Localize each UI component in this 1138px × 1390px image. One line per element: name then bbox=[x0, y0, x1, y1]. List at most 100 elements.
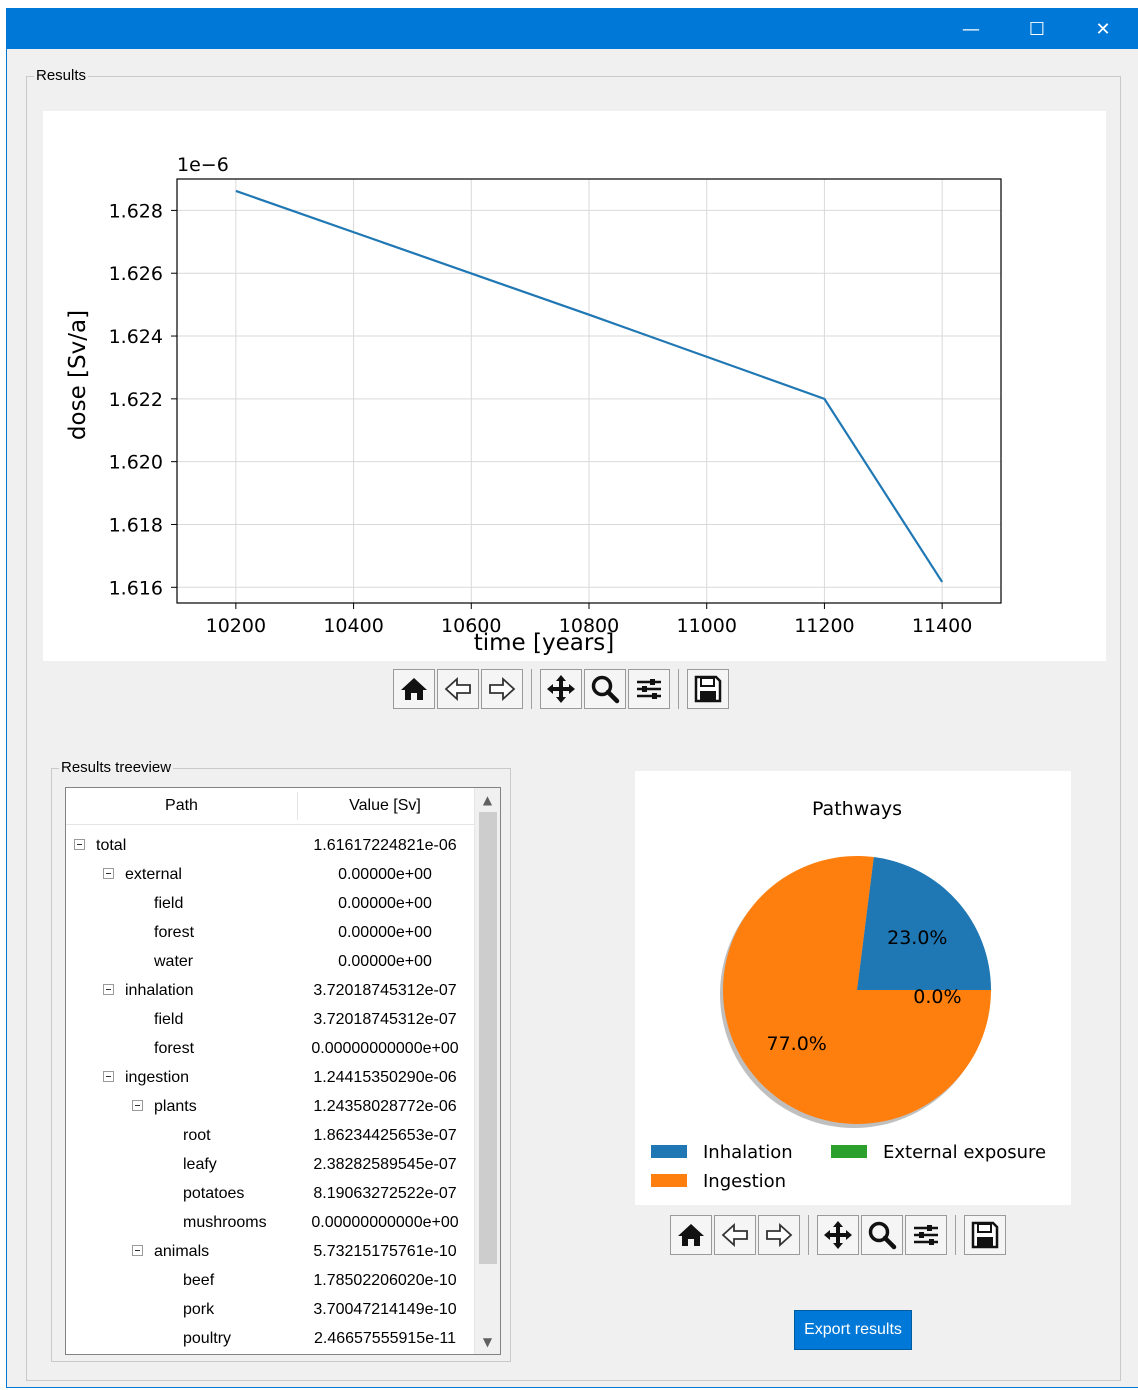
export-results-button[interactable]: Export results bbox=[794, 1310, 912, 1350]
tree-row-value: 3.72018745312e-07 bbox=[313, 982, 457, 999]
collapse-toggle-icon[interactable] bbox=[103, 1071, 114, 1082]
configure-subplots-button[interactable] bbox=[905, 1215, 947, 1255]
tree-row-value: 5.73215175761e-10 bbox=[313, 1243, 457, 1260]
toolbar-separator bbox=[955, 1215, 956, 1255]
tree-row[interactable]: external 0.00000e+00 bbox=[66, 860, 486, 889]
save-button[interactable] bbox=[687, 669, 729, 709]
tree-row-path: animals bbox=[154, 1243, 210, 1260]
save-icon bbox=[693, 674, 723, 704]
home-icon bbox=[399, 676, 429, 702]
pan-icon bbox=[823, 1220, 853, 1250]
forward-arrow-button[interactable] bbox=[481, 669, 523, 709]
configure-subplots-button[interactable] bbox=[628, 669, 670, 709]
maximize-button[interactable]: ☐ bbox=[1007, 9, 1067, 49]
column-header-path[interactable]: Path bbox=[66, 788, 297, 824]
tree-row-path: field bbox=[154, 895, 184, 912]
tree-row[interactable]: water 0.00000e+00 bbox=[66, 947, 486, 976]
tree-row[interactable]: field 0.00000e+00 bbox=[66, 889, 486, 918]
tree-row[interactable]: plants 1.24358028772e-06 bbox=[66, 1092, 486, 1121]
treeview-group-label: Results treeview bbox=[59, 759, 174, 776]
tree-row[interactable]: beef 1.78502206020e-10 bbox=[66, 1266, 486, 1295]
toolbar-separator bbox=[678, 669, 679, 709]
tree-row-value: 3.72018745312e-07 bbox=[313, 1011, 457, 1028]
close-button[interactable]: ✕ bbox=[1073, 9, 1133, 49]
tree-row-value: 8.19063272522e-07 bbox=[313, 1185, 457, 1202]
y-tick-label: 1.626 bbox=[109, 263, 163, 285]
pie-chart-canvas[interactable]: Pathways 23.0% 77.0% 0.0% Inhalation Ingestio… bbox=[635, 771, 1071, 1205]
tree-row-value: 0.00000000000e+00 bbox=[311, 1040, 459, 1057]
tree-row-value: 1.24415350290e-06 bbox=[313, 1069, 457, 1086]
x-tick-label: 11400 bbox=[912, 615, 972, 637]
forward-arrow-icon bbox=[764, 1222, 794, 1248]
pie-pct-label: 77.0% bbox=[767, 1033, 827, 1055]
pie-title: Pathways bbox=[812, 798, 902, 820]
tree-row[interactable]: animals 5.73215175761e-10 bbox=[66, 1237, 486, 1266]
tree-row-path: forest bbox=[154, 924, 195, 941]
tree-row-path: forest bbox=[154, 1040, 195, 1057]
tree-row-path: poultry bbox=[183, 1330, 232, 1347]
y-tick-label: 1.620 bbox=[109, 452, 163, 474]
back-arrow-icon bbox=[720, 1222, 750, 1248]
tree-row[interactable]: leafy 2.38282589545e-07 bbox=[66, 1150, 486, 1179]
tree-row[interactable]: field 3.72018745312e-07 bbox=[66, 1005, 486, 1034]
zoom-button[interactable] bbox=[861, 1215, 903, 1255]
tree-row[interactable]: total 1.61617224821e-06 bbox=[66, 831, 486, 860]
tree-row[interactable]: root 1.86234425653e-07 bbox=[66, 1121, 486, 1150]
y-tick-label: 1.618 bbox=[109, 514, 163, 536]
home-button[interactable] bbox=[393, 669, 435, 709]
results-group-label: Results bbox=[34, 67, 89, 84]
tree-row-path: root bbox=[183, 1127, 211, 1144]
x-tick-label: 11000 bbox=[676, 615, 736, 637]
pan-button[interactable] bbox=[540, 669, 582, 709]
collapse-toggle-icon[interactable] bbox=[132, 1245, 143, 1256]
pie-chart-toolbar bbox=[670, 1215, 1008, 1255]
tree-row-value: 1.61617224821e-06 bbox=[313, 837, 457, 854]
tree-header: Path Value [Sv] bbox=[66, 788, 500, 825]
legend-swatch bbox=[831, 1145, 867, 1158]
tree-row[interactable]: pork 3.70047214149e-10 bbox=[66, 1295, 486, 1324]
scroll-up-arrow-icon[interactable]: ▲ bbox=[475, 788, 500, 812]
line-chart-toolbar bbox=[393, 669, 731, 709]
legend-swatch bbox=[651, 1174, 687, 1187]
collapse-toggle-icon[interactable] bbox=[103, 868, 114, 879]
y-tick-label: 1.616 bbox=[109, 577, 163, 599]
y-tick-label: 1.628 bbox=[109, 200, 163, 222]
back-arrow-button[interactable] bbox=[437, 669, 479, 709]
legend-label: Inhalation bbox=[703, 1142, 793, 1163]
configure-subplots-icon bbox=[911, 1220, 941, 1250]
tree-row[interactable]: forest 0.00000e+00 bbox=[66, 918, 486, 947]
tree-row-path: pork bbox=[183, 1301, 215, 1318]
line-chart: 10200 10400 10600 10800 11000 11200 114001.616… bbox=[65, 154, 1002, 656]
tree-row[interactable]: ingestion 1.24415350290e-06 bbox=[66, 1063, 486, 1092]
tree-row[interactable]: inhalation 3.72018745312e-07 bbox=[66, 976, 486, 1005]
app-window: — ☐ ✕ Results 10200 10400 10600 10800 11000 1… bbox=[6, 8, 1138, 1388]
scroll-thumb[interactable] bbox=[479, 812, 497, 1264]
collapse-toggle-icon[interactable] bbox=[74, 839, 85, 850]
tree-row[interactable]: potatoes 8.19063272522e-07 bbox=[66, 1179, 486, 1208]
tree-row[interactable]: mushrooms 0.00000000000e+00 bbox=[66, 1208, 486, 1237]
tree-row-value: 2.38282589545e-07 bbox=[313, 1156, 457, 1173]
x-tick-label: 10200 bbox=[206, 615, 266, 637]
tree-scrollbar[interactable]: ▲ ▼ bbox=[474, 788, 500, 1354]
y-offset-label: 1e−6 bbox=[177, 154, 229, 176]
tree-row-value: 0.00000e+00 bbox=[338, 866, 432, 883]
minimize-button[interactable]: — bbox=[941, 9, 1001, 49]
forward-arrow-button[interactable] bbox=[758, 1215, 800, 1255]
collapse-toggle-icon[interactable] bbox=[103, 984, 114, 995]
back-arrow-button[interactable] bbox=[714, 1215, 756, 1255]
tree-row-path: water bbox=[154, 953, 194, 970]
collapse-toggle-icon[interactable] bbox=[132, 1100, 143, 1111]
tree-row[interactable]: poultry 2.46657555915e-11 bbox=[66, 1324, 486, 1353]
zoom-button[interactable] bbox=[584, 669, 626, 709]
pan-button[interactable] bbox=[817, 1215, 859, 1255]
tree-row-path: external bbox=[125, 866, 182, 883]
column-header-value[interactable]: Value [Sv] bbox=[298, 788, 472, 824]
tree-row[interactable]: forest 0.00000000000e+00 bbox=[66, 1034, 486, 1063]
save-button[interactable] bbox=[964, 1215, 1006, 1255]
tree-row-value: 1.78502206020e-10 bbox=[313, 1272, 457, 1289]
home-button[interactable] bbox=[670, 1215, 712, 1255]
results-treeview[interactable]: Path Value [Sv] total 1.61617224821e-06 ex… bbox=[65, 787, 501, 1355]
tree-row-value: 0.00000e+00 bbox=[338, 924, 432, 941]
scroll-down-arrow-icon[interactable]: ▼ bbox=[475, 1330, 500, 1354]
line-chart-canvas[interactable]: 10200 10400 10600 10800 11000 11200 11400 1.616… bbox=[43, 111, 1106, 661]
